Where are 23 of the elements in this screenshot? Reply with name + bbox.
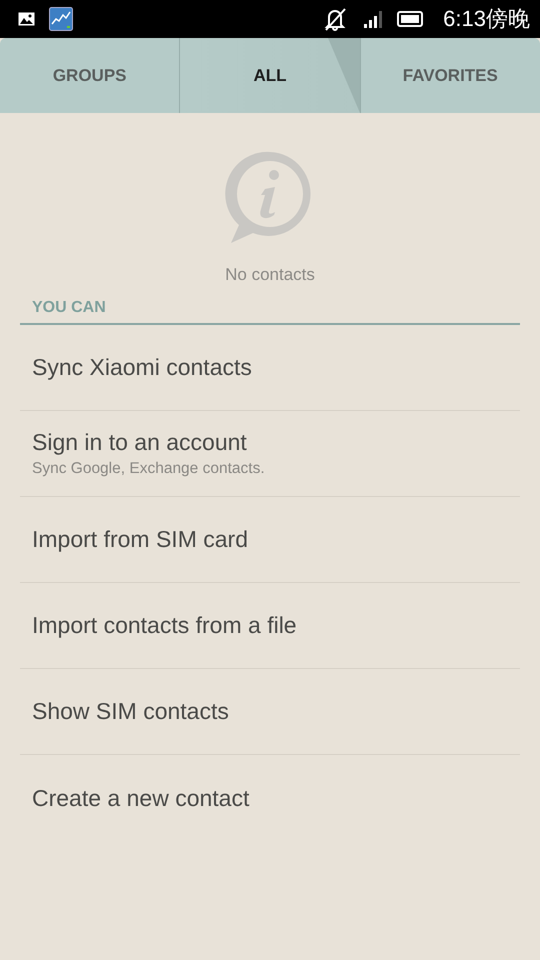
signal-icon <box>363 9 384 29</box>
option-title: Sign in to an account <box>32 429 248 456</box>
tab[interactable]: ALL <box>247 60 293 92</box>
tab[interactable]: GROUPS <box>46 60 132 92</box>
empty-message: No contacts <box>225 265 315 285</box>
chart-icon <box>49 7 73 31</box>
picture-icon <box>18 12 35 26</box>
option-title: Create a new contact <box>32 784 250 812</box>
option-title: Import from SIM card <box>32 526 249 553</box>
status-time: 6:13傍晚 <box>443 5 530 33</box>
battery-icon <box>397 11 426 27</box>
option-item[interactable]: Import contacts from a file <box>20 583 520 669</box>
option-item[interactable]: Create a new contact <box>20 755 520 841</box>
option-title: Sync Xiaomi contacts <box>32 354 253 381</box>
option-item[interactable]: Import from SIM card <box>20 497 520 583</box>
option-item[interactable]: Sync Xiaomi contacts <box>20 325 520 411</box>
option-subtitle: Sync Google, Exchange contacts. <box>32 460 266 478</box>
section-title: YOU CAN <box>32 299 106 316</box>
option-title: Show SIM contacts <box>32 698 230 725</box>
option-title: Import contacts from a file <box>32 612 298 639</box>
tab[interactable]: FAVORITES <box>396 60 504 92</box>
option-item[interactable]: Sign in to an account Sync Google, Exchange contacts. <box>20 411 520 497</box>
option-item[interactable]: Show SIM contacts <box>20 669 520 755</box>
